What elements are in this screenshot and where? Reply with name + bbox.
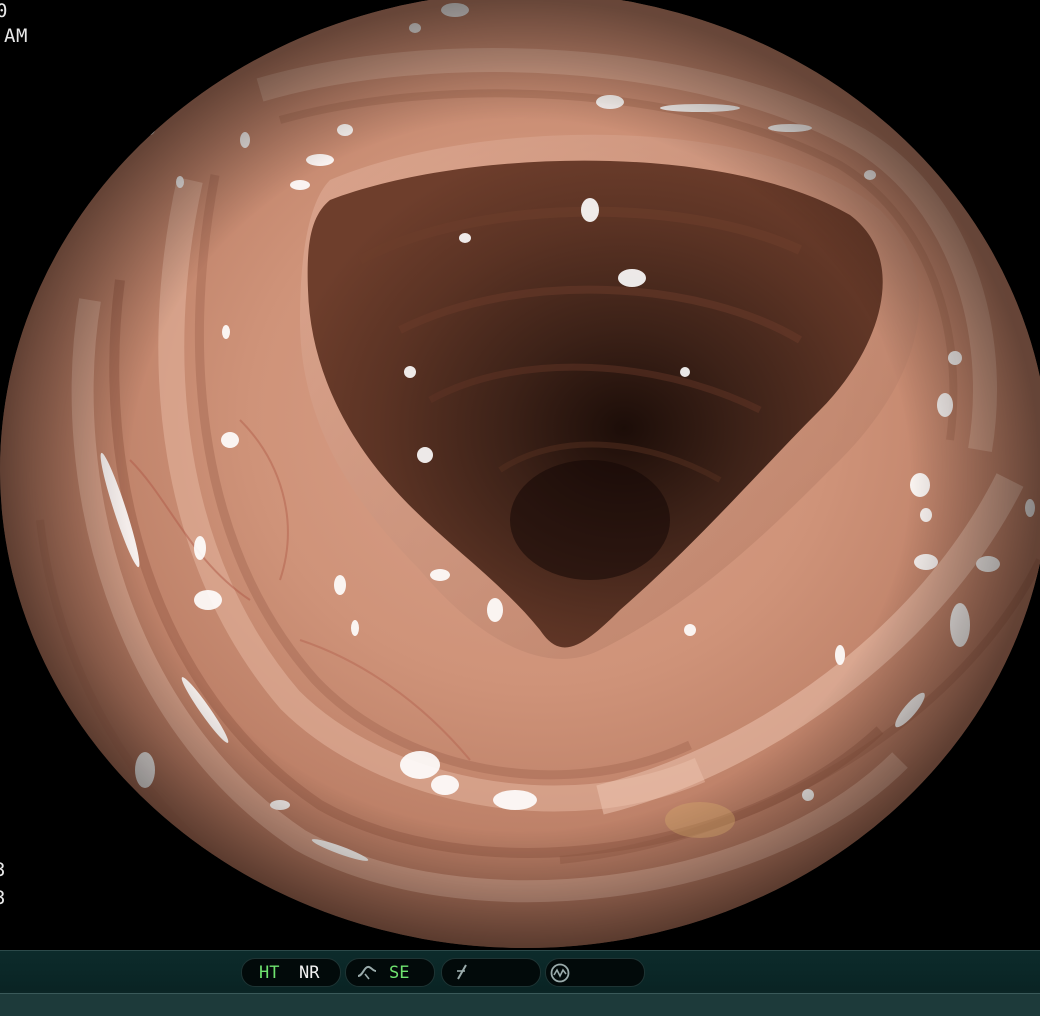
- hdtv-label: HT: [259, 963, 280, 983]
- f-slash-icon: [452, 962, 472, 987]
- overlay-bottom-left-line2: 3: [0, 887, 6, 909]
- freeze-indicator: [441, 958, 541, 987]
- structure-enhancement-indicator: SE: [345, 958, 435, 987]
- status-bar-lower-strip: [0, 993, 1040, 1016]
- waveform-circle-icon: [549, 962, 571, 989]
- structure-enhancement-label: SE: [389, 963, 410, 983]
- waveform-indicator: [545, 958, 645, 987]
- endoscopic-view: [0, 0, 1040, 948]
- overlay-top-left-line1: 0: [0, 0, 8, 22]
- hd-nr-indicator: HT NR: [241, 958, 341, 987]
- overlay-bottom-left-line1: 3: [0, 859, 6, 881]
- tone-curve-icon: [356, 962, 378, 987]
- noise-reduction-label: NR: [299, 963, 320, 983]
- overlay-time-ampm: AM: [4, 25, 28, 47]
- processor-status-bar: HT NR SE: [0, 950, 1040, 1016]
